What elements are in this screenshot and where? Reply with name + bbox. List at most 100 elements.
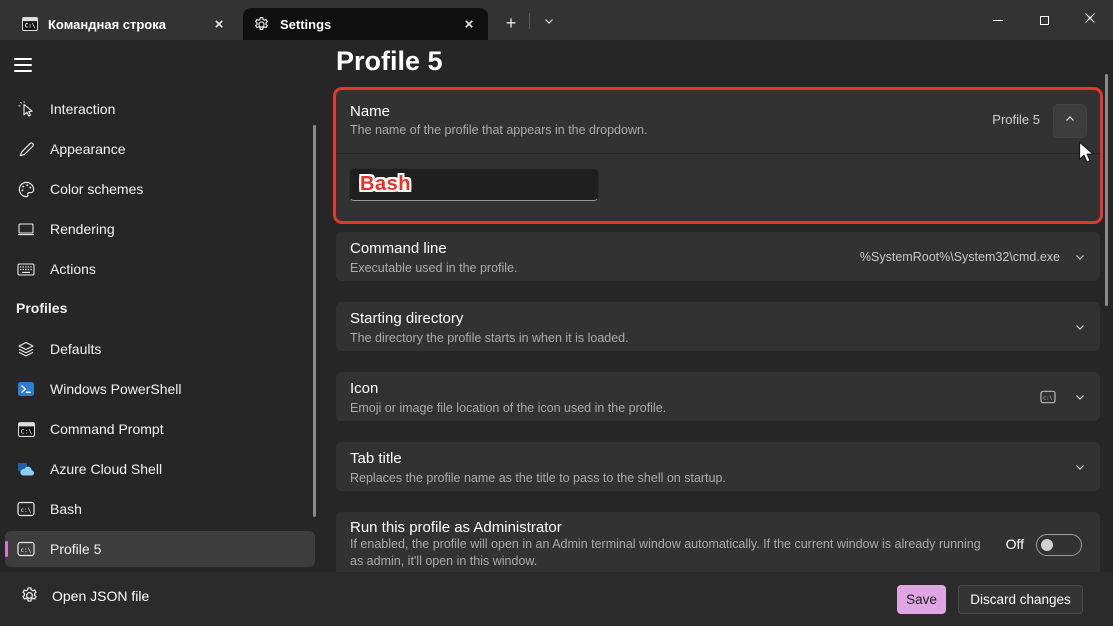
sidebar-item-azure-cloud-shell[interactable]: Azure Cloud Shell [5, 451, 315, 487]
chevron-down-icon[interactable] [1074, 461, 1086, 473]
icon-setting-card[interactable]: Icon Emoji or image file location of the… [336, 372, 1100, 421]
setting-title: Command line [350, 240, 447, 257]
command-line-setting-card[interactable]: Command line Executable used in the prof… [336, 232, 1100, 281]
tab-dropdown-button[interactable] [536, 11, 562, 35]
sidebar-item-label: Appearance [50, 141, 126, 157]
svg-text:c:\: c:\ [20, 547, 31, 554]
cmd-icon: C:\ [16, 419, 36, 439]
maximize-button[interactable] [1021, 0, 1067, 40]
collapse-expander-button[interactable] [1053, 104, 1087, 138]
new-tab-button[interactable]: + [496, 9, 526, 37]
minimize-button[interactable] [975, 0, 1021, 40]
sidebar-item-label: Windows PowerShell [50, 381, 182, 397]
setting-description: If enabled, the profile will open in an … [350, 537, 990, 551]
sidebar-item-windows-powershell[interactable]: Windows PowerShell [5, 371, 315, 407]
keyboard-icon [16, 259, 36, 279]
open-json-file-label: Open JSON file [52, 588, 149, 604]
sidebar-scrollbar[interactable] [313, 125, 316, 517]
setting-value-preview: Profile 5 [992, 112, 1040, 127]
svg-text:c:\: c:\ [20, 507, 31, 514]
powershell-icon [16, 379, 36, 399]
chevron-down-icon[interactable] [1074, 251, 1086, 263]
tabbar-divider [529, 13, 530, 29]
sidebar-item-label: Azure Cloud Shell [50, 461, 162, 477]
setting-description: The directory the profile starts in when… [350, 331, 629, 345]
close-tab-icon[interactable]: × [458, 13, 480, 35]
sidebar-item-label: Rendering [50, 221, 115, 237]
sidebar-item-actions[interactable]: Actions [5, 251, 315, 287]
run-as-admin-toggle[interactable] [1036, 534, 1082, 556]
windows-terminal-settings-window: C:\ Командная строка × Settings × + Inte… [0, 0, 1113, 626]
close-icon [1084, 11, 1096, 29]
setting-description: Replaces the profile name as the title t… [350, 471, 726, 485]
sidebar-item-label: Profile 5 [50, 541, 101, 557]
sidebar-item-interaction[interactable]: Interaction [5, 91, 315, 127]
tab-title-setting-card[interactable]: Tab title Replaces the profile name as t… [336, 442, 1100, 491]
sidebar-item-label: Bash [50, 501, 82, 517]
azure-cloud-icon [16, 459, 36, 479]
profile-name-input-value: Bash [360, 173, 411, 196]
setting-title: Icon [350, 380, 378, 397]
layers-icon [16, 339, 36, 359]
tab-settings[interactable]: Settings × [243, 8, 488, 40]
sidebar-item-rendering[interactable]: Rendering [5, 211, 315, 247]
terminal-icon: c:\ [1040, 390, 1056, 404]
toggle-knob [1041, 539, 1053, 551]
sidebar-item-command-prompt[interactable]: C:\ Command Prompt [5, 411, 315, 447]
profiles-section-header: Profiles [16, 300, 67, 316]
setting-description: as admin, it'll open in this window. [350, 554, 990, 568]
terminal-icon: c:\ [16, 499, 36, 519]
titlebar: C:\ Командная строка × Settings × + [0, 0, 1113, 40]
gear-icon [253, 16, 270, 33]
palette-icon [16, 179, 36, 199]
open-json-file-button[interactable]: Open JSON file [20, 586, 149, 605]
footer-bar: Open JSON file [0, 572, 1113, 626]
setting-description: Executable used in the profile. [350, 261, 517, 275]
chevron-down-icon[interactable] [1074, 321, 1086, 333]
svg-text:C:\: C:\ [20, 427, 32, 435]
gear-icon [20, 586, 39, 605]
mouse-cursor-icon [16, 99, 36, 119]
close-window-button[interactable] [1067, 0, 1113, 40]
tab-label: Settings [280, 17, 458, 32]
setting-title: Name [350, 103, 390, 120]
page-title: Profile 5 [336, 46, 443, 77]
save-button[interactable]: Save [897, 585, 946, 614]
discard-changes-button[interactable]: Discard changes [958, 585, 1083, 614]
setting-description: The name of the profile that appears in … [350, 123, 647, 137]
starting-directory-setting-card[interactable]: Starting directory The directory the pro… [336, 302, 1100, 351]
name-setting-card[interactable]: Name The name of the profile that appear… [336, 90, 1100, 221]
pen-icon [16, 139, 36, 159]
sidebar-item-label: Interaction [50, 101, 115, 117]
sidebar-item-label: Command Prompt [50, 421, 164, 437]
sidebar-item-color-schemes[interactable]: Color schemes [5, 171, 315, 207]
mouse-cursor [1078, 141, 1097, 171]
sidebar-item-label: Color schemes [50, 181, 143, 197]
sidebar-item-defaults[interactable]: Defaults [5, 331, 315, 367]
minimize-icon [993, 20, 1003, 21]
chevron-down-icon[interactable] [1074, 391, 1086, 403]
tab-command-prompt[interactable]: C:\ Командная строка × [12, 8, 238, 40]
profile-name-input[interactable]: Bash [349, 168, 599, 201]
sidebar-item-label: Defaults [50, 341, 101, 357]
selection-accent-bar [5, 541, 8, 557]
main-scrollbar[interactable] [1105, 74, 1108, 306]
sidebar-item-profile-5[interactable]: c:\ Profile 5 [5, 531, 315, 567]
hamburger-menu-button[interactable] [10, 50, 46, 80]
setting-description: Emoji or image file location of the icon… [350, 401, 666, 415]
card-divider [336, 153, 1100, 154]
sidebar-item-appearance[interactable]: Appearance [5, 131, 315, 167]
tab-label: Командная строка [48, 17, 208, 32]
sidebar-item-label: Actions [50, 261, 96, 277]
svg-text:C:\: C:\ [25, 23, 36, 30]
cmd-icon: C:\ [22, 17, 38, 31]
chevron-down-icon [543, 14, 555, 32]
chevron-up-icon [1064, 112, 1076, 130]
setting-title: Starting directory [350, 310, 463, 327]
setting-value-preview: %SystemRoot%\System32\cmd.exe [860, 250, 1060, 264]
close-tab-icon[interactable]: × [208, 13, 230, 35]
sidebar-item-bash[interactable]: c:\ Bash [5, 491, 315, 527]
setting-title: Run this profile as Administrator [350, 519, 562, 536]
monitor-icon [16, 219, 36, 239]
setting-title: Tab title [350, 450, 402, 467]
